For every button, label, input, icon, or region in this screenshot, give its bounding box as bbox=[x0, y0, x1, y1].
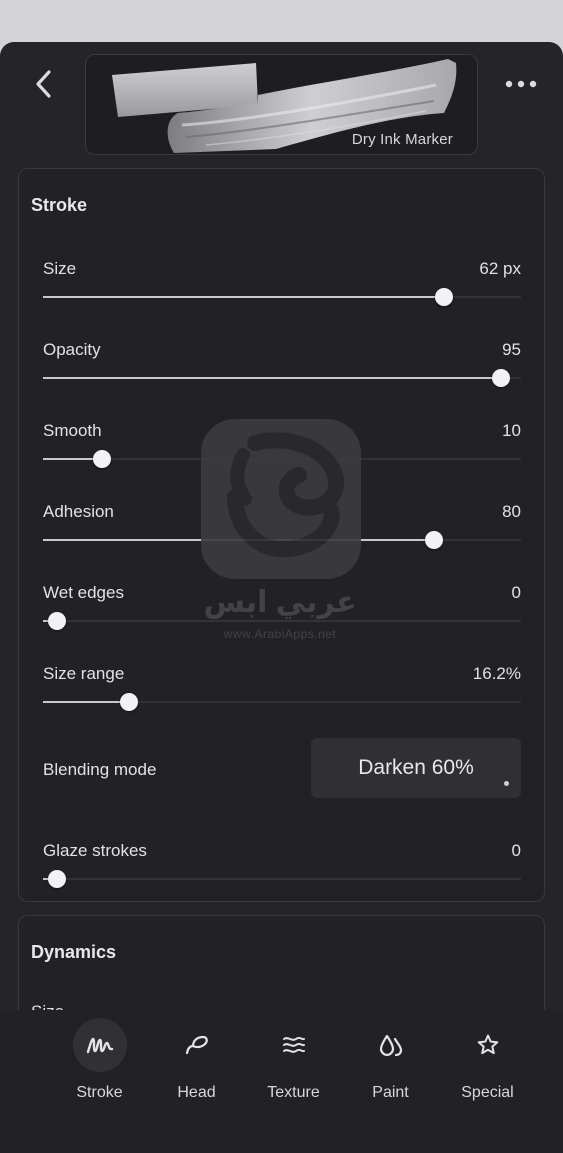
slider-fill bbox=[43, 458, 94, 460]
setting-label: Adhesion bbox=[43, 502, 114, 521]
size-range-slider[interactable] bbox=[43, 690, 521, 714]
slider-thumb[interactable] bbox=[120, 693, 139, 711]
setting-row-glaze-strokes: Glaze strokes 0 bbox=[43, 841, 521, 901]
tab-icon-wrap bbox=[461, 1018, 515, 1072]
tab-icon-wrap bbox=[364, 1018, 418, 1072]
setting-label: Blending mode bbox=[43, 760, 157, 779]
bottom-tab-bar: Stroke Head Texture Paint Special bbox=[0, 1010, 563, 1153]
setting-label: Smooth bbox=[43, 421, 102, 440]
setting-label: Size range bbox=[43, 664, 125, 683]
slider-track bbox=[43, 878, 521, 880]
tab-label: Stroke bbox=[76, 1084, 123, 1101]
setting-value: 10 bbox=[502, 421, 521, 440]
opacity-slider[interactable] bbox=[43, 366, 521, 390]
setting-row-size: Size 62 px bbox=[43, 259, 521, 319]
star-icon bbox=[477, 1034, 498, 1055]
setting-label: Size bbox=[43, 259, 77, 278]
slider-fill bbox=[43, 377, 493, 379]
setting-value: 95 bbox=[502, 340, 521, 359]
ellipsis-icon bbox=[505, 80, 537, 88]
glaze-strokes-slider[interactable] bbox=[43, 867, 521, 891]
panel-title-dynamics: Dynamics bbox=[31, 942, 117, 962]
head-icon bbox=[185, 1035, 208, 1055]
tab-paint[interactable]: Paint bbox=[342, 1018, 439, 1114]
tab-label: Special bbox=[461, 1084, 514, 1101]
setting-value: 62 px bbox=[479, 259, 521, 278]
setting-label: Wet edges bbox=[43, 583, 124, 602]
watermark-arabic-text: عربي ابس bbox=[203, 586, 357, 619]
brush-name: Dry Ink Marker bbox=[351, 131, 453, 148]
tab-label: Texture bbox=[267, 1084, 320, 1101]
slider-fill bbox=[43, 701, 121, 703]
blending-mode-value: Darken 60% bbox=[358, 756, 474, 779]
setting-row-size-range: Size range 16.2% bbox=[43, 664, 521, 724]
texture-icon bbox=[282, 1036, 305, 1053]
setting-value: 0 bbox=[511, 583, 521, 602]
watermark-url: www.ArabiApps.net bbox=[223, 627, 337, 641]
panel-title-stroke: Stroke bbox=[31, 195, 88, 215]
tab-icon-wrap bbox=[170, 1018, 224, 1072]
setting-label: Glaze strokes bbox=[43, 841, 147, 860]
tab-texture[interactable]: Texture bbox=[245, 1018, 342, 1114]
watermark: عربي ابس www.ArabiApps.net bbox=[195, 415, 365, 655]
setting-label: Opacity bbox=[43, 340, 101, 359]
watermark-logo-icon bbox=[201, 419, 361, 579]
slider-thumb[interactable] bbox=[47, 612, 66, 630]
slider-thumb[interactable] bbox=[425, 531, 444, 549]
setting-value: 80 bbox=[502, 502, 521, 521]
more-options-button[interactable] bbox=[500, 70, 542, 98]
slider-thumb[interactable] bbox=[434, 288, 453, 306]
size-slider[interactable] bbox=[43, 285, 521, 309]
slider-fill bbox=[43, 296, 435, 298]
stroke-icon bbox=[86, 1037, 113, 1054]
tab-label: Head bbox=[177, 1084, 216, 1101]
tab-head[interactable]: Head bbox=[148, 1018, 245, 1114]
tab-label: Paint bbox=[372, 1084, 409, 1101]
blending-mode-dropdown[interactable]: Darken 60% bbox=[311, 738, 521, 798]
slider-thumb[interactable] bbox=[492, 369, 511, 387]
brush-settings-sheet: Dry Ink Marker Stroke Size 62 px Opacity… bbox=[0, 42, 563, 1153]
back-button[interactable] bbox=[28, 66, 60, 102]
tab-stroke[interactable]: Stroke bbox=[51, 1018, 148, 1114]
brush-preview[interactable]: Dry Ink Marker bbox=[85, 54, 478, 155]
paint-drops-icon bbox=[379, 1034, 402, 1057]
slider-thumb[interactable] bbox=[93, 450, 112, 468]
setting-value: 0 bbox=[511, 841, 521, 860]
dropdown-indicator-icon bbox=[504, 781, 509, 786]
setting-value: 16.2% bbox=[472, 664, 521, 683]
setting-row-opacity: Opacity 95 bbox=[43, 340, 521, 400]
chevron-left-icon bbox=[36, 70, 51, 98]
tab-icon-wrap bbox=[267, 1018, 321, 1072]
slider-thumb[interactable] bbox=[47, 870, 66, 888]
tab-icon-wrap bbox=[72, 1018, 127, 1072]
tab-special[interactable]: Special bbox=[439, 1018, 536, 1114]
